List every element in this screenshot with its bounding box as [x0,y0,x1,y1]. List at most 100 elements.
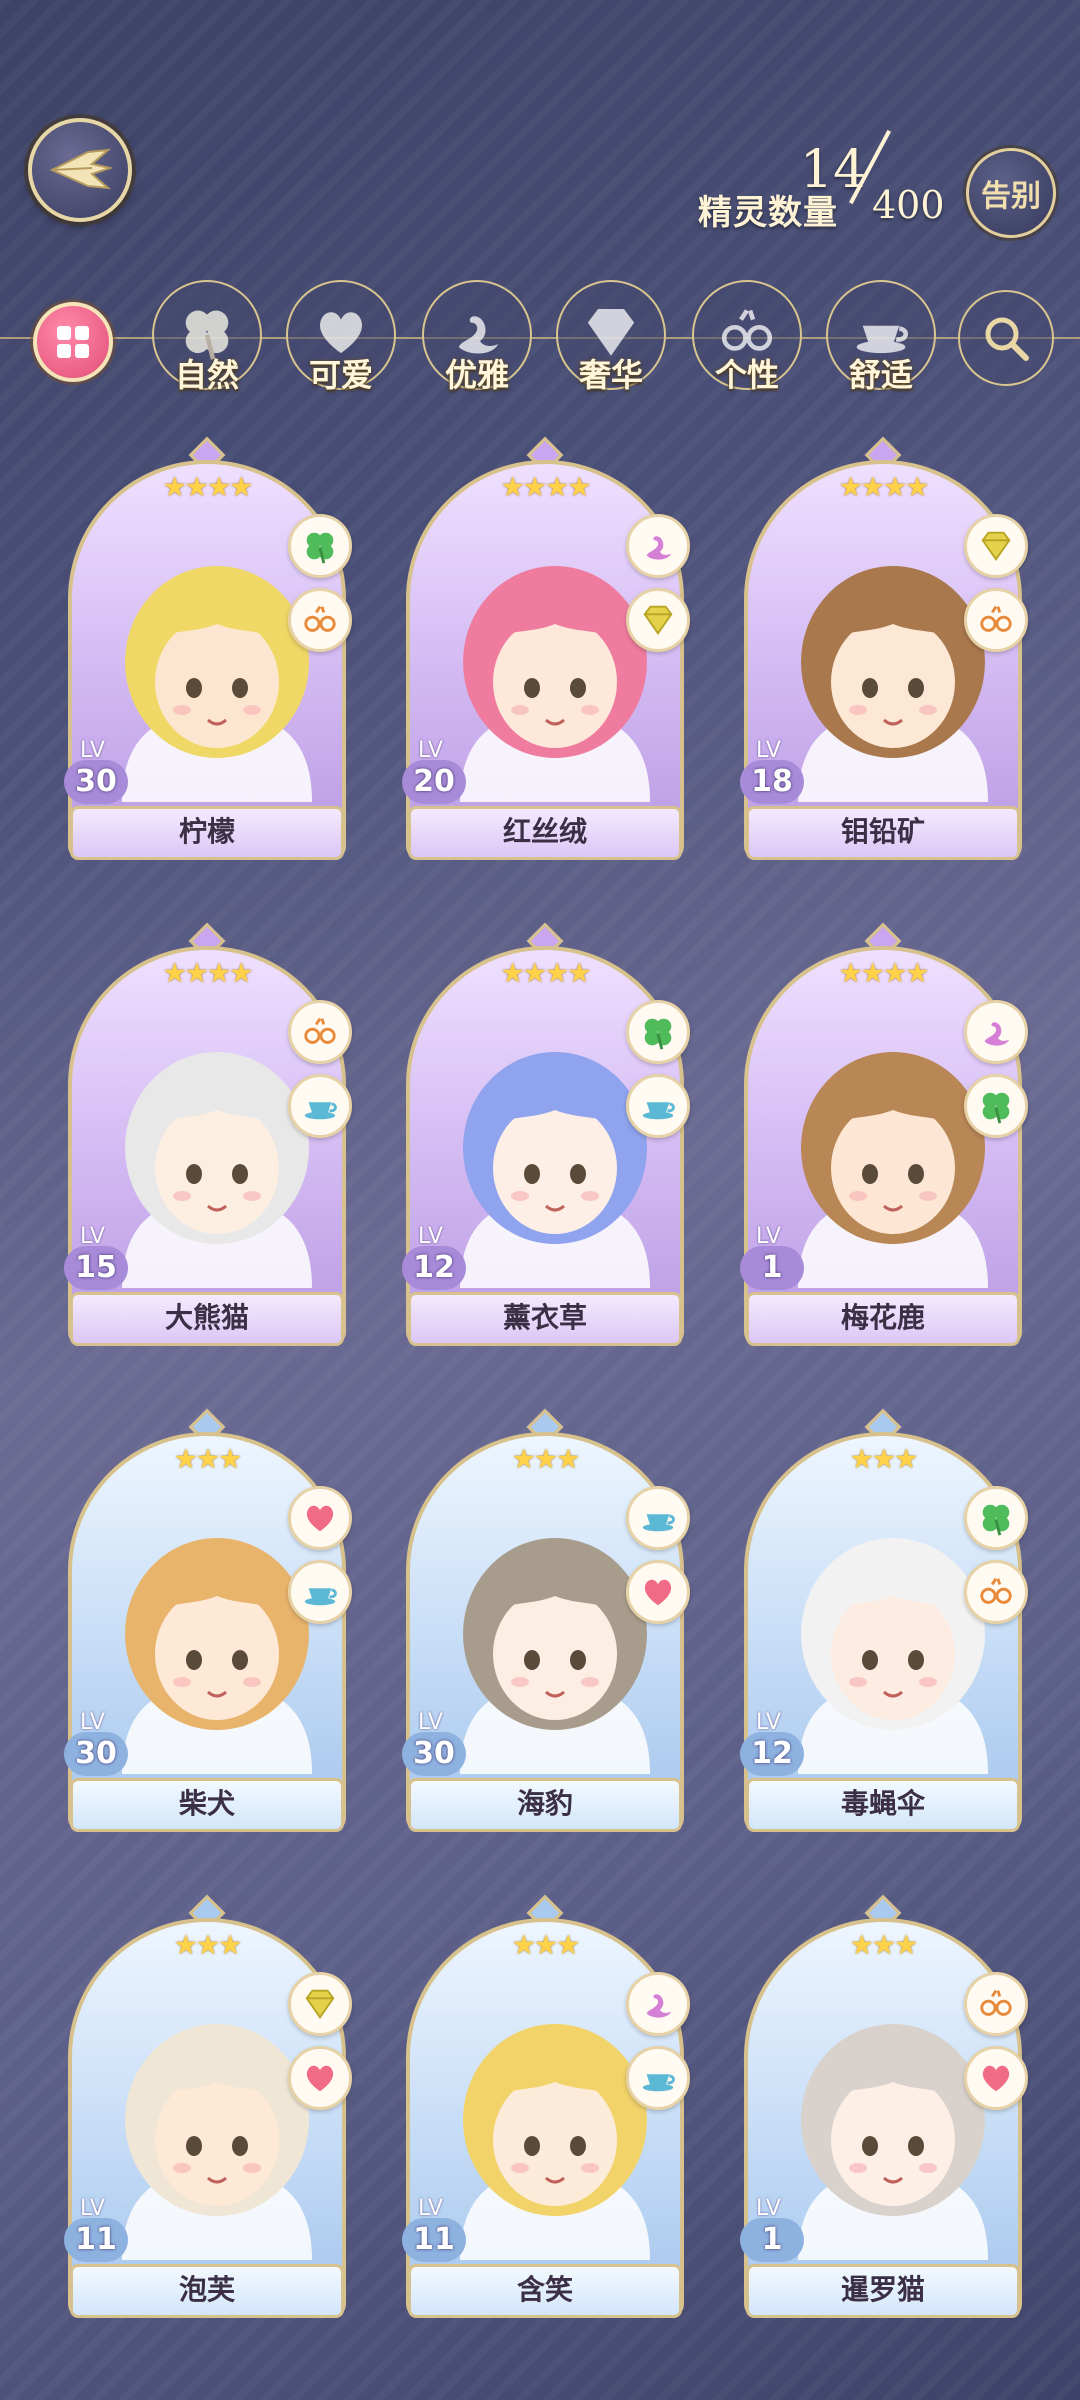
spirit-card[interactable]: ★★★★ LV 12 薰衣草 [400,922,690,1368]
spirit-name: 薰衣草 [408,1292,682,1346]
clover-icon [288,514,352,578]
spirit-count-total: 400 [872,183,945,227]
teacup-icon [288,1074,352,1138]
filter-heart[interactable]: 可爱 [286,280,396,400]
heart-icon [288,2046,352,2110]
level-value: 30 [64,760,128,804]
star-rating: ★★★★ [838,472,930,503]
level-badge: LV 11 [400,2196,474,2270]
glasses-icon [964,1560,1028,1624]
clover-icon [964,1486,1028,1550]
level-value: 12 [402,1246,466,1290]
glasses-icon [288,588,352,652]
spirit-portrait [122,1538,312,1774]
spirit-portrait [798,566,988,802]
spirit-name: 毒蝇伞 [746,1778,1020,1832]
spirit-name: 暹罗猫 [746,2264,1020,2318]
spirit-card[interactable]: ★★★★ LV 20 红丝绒 [400,436,690,882]
level-badge: LV 12 [738,1710,812,1784]
spirit-name: 海豹 [408,1778,682,1832]
filter-swan[interactable]: 优雅 [422,280,532,400]
level-value: 20 [402,760,466,804]
back-button[interactable] [28,118,132,222]
spirit-portrait [122,2024,312,2260]
spirit-name: 柠檬 [70,806,344,860]
level-badge: LV 12 [400,1224,474,1298]
heart-icon [964,2046,1028,2110]
level-badge: LV 1 [738,2196,812,2270]
level-badge: LV 30 [400,1710,474,1784]
swan-icon [964,1000,1028,1064]
level-badge: LV 18 [738,738,812,812]
filter-teacup[interactable]: 舒适 [826,280,936,400]
clover-icon [626,1000,690,1064]
star-rating: ★★★★ [500,472,592,503]
spirit-card[interactable]: ★★★★ LV 18 钼铅矿 [738,436,1028,882]
glasses-icon [288,1000,352,1064]
star-rating: ★★★★ [162,472,254,503]
spirit-name: 红丝绒 [408,806,682,860]
filter-glasses[interactable]: 个性 [692,280,802,400]
spirit-card[interactable]: ★★★★ LV 15 大熊猫 [62,922,352,1368]
spirit-card[interactable]: ★★★ LV 11 泡芙 [62,1894,352,2340]
spirit-card[interactable]: ★★★ LV 1 暹罗猫 [738,1894,1028,2340]
filter-clover[interactable]: 自然 [152,280,262,400]
spirit-portrait [798,2024,988,2260]
spirit-card[interactable]: ★★★★ LV 30 柠檬 [62,436,352,882]
star-rating: ★★★ [173,1444,243,1475]
grid-icon [57,326,89,358]
diamond-icon [626,588,690,652]
spirit-portrait [460,1538,650,1774]
level-value: 30 [64,1732,128,1776]
star-rating: ★★★ [849,1930,919,1961]
level-badge: LV 30 [62,738,136,812]
star-rating: ★★★ [511,1930,581,1961]
level-value: 1 [740,2218,804,2262]
spirit-portrait [460,566,650,802]
swan-icon [626,514,690,578]
spirit-card[interactable]: ★★★ LV 30 海豹 [400,1408,690,1854]
level-badge: LV 11 [62,2196,136,2270]
heart-icon [288,1486,352,1550]
level-badge: LV 15 [62,1224,136,1298]
glasses-icon [964,588,1028,652]
spirit-card[interactable]: ★★★ LV 30 柴犬 [62,1408,352,1854]
filter-all-button[interactable] [33,302,113,382]
level-value: 11 [64,2218,128,2262]
farewell-button[interactable]: 告别 [966,148,1056,238]
filter-diamond[interactable]: 奢华 [556,280,666,400]
filter-label: 优雅 [444,356,509,394]
level-value: 18 [740,760,804,804]
spirit-name: 梅花鹿 [746,1292,1020,1346]
star-rating: ★★★ [849,1444,919,1475]
clover-icon [964,1074,1028,1138]
spirit-card[interactable]: ★★★ LV 12 毒蝇伞 [738,1408,1028,1854]
star-rating: ★★★ [173,1930,243,1961]
wing-back-icon [49,148,112,190]
spirit-card[interactable]: ★★★ LV 11 含笑 [400,1894,690,2340]
spirit-name: 泡芙 [70,2264,344,2318]
swan-icon [626,1972,690,2036]
spirit-name: 大熊猫 [70,1292,344,1346]
teacup-icon [626,1074,690,1138]
star-rating: ★★★ [511,1444,581,1475]
star-rating: ★★★★ [162,958,254,989]
filter-label: 舒适 [848,356,913,394]
spirit-name: 钼铅矿 [746,806,1020,860]
spirit-card[interactable]: ★★★★ LV 1 梅花鹿 [738,922,1028,1368]
teacup-icon [288,1560,352,1624]
star-rating: ★★★★ [500,958,592,989]
filter-label: 个性 [714,356,779,394]
teacup-icon [626,2046,690,2110]
search-button[interactable] [958,290,1054,386]
filter-label: 自然 [174,356,239,394]
spirit-portrait [798,1538,988,1774]
star-rating: ★★★★ [838,958,930,989]
spirit-portrait [122,566,312,802]
spirit-portrait [122,1052,312,1288]
level-value: 15 [64,1246,128,1290]
level-value: 12 [740,1732,804,1776]
spirit-name: 柴犬 [70,1778,344,1832]
level-value: 30 [402,1732,466,1776]
teacup-icon [626,1486,690,1550]
